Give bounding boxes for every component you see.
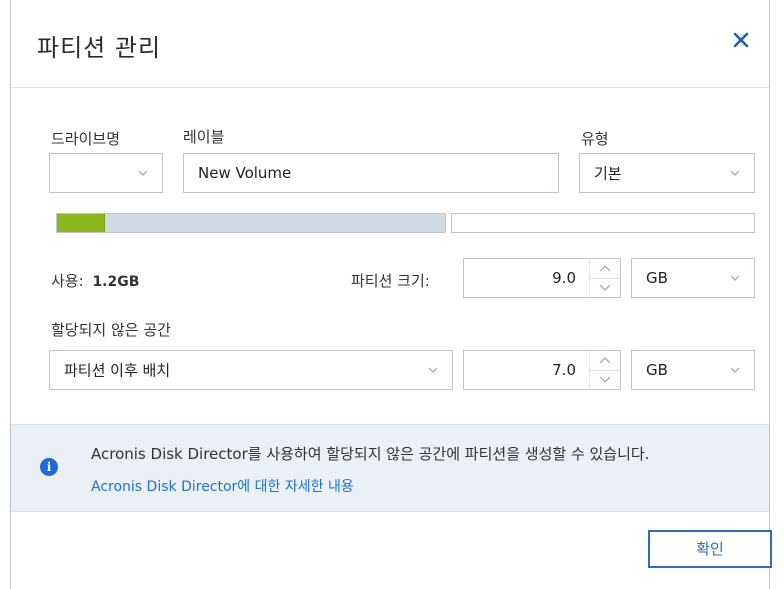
- type-label: 유형: [581, 130, 609, 148]
- unallocated-size-stepper[interactable]: [589, 351, 620, 389]
- chevron-down-icon: [138, 170, 148, 176]
- partition-dialog: 파티션 관리 드라이브명 레이블 유형 New Volume 기본 사용: 1.…: [10, 0, 772, 589]
- chevron-up-icon[interactable]: [590, 259, 620, 279]
- used-space-fill: [57, 214, 105, 232]
- chevron-down-icon: [428, 367, 438, 373]
- used-value: 1.2GB: [92, 274, 140, 290]
- used-label: 사용:: [51, 272, 84, 290]
- used-text: 사용: 1.2GB: [51, 270, 139, 291]
- chevron-down-icon[interactable]: [590, 370, 620, 389]
- partition-size-input[interactable]: 9.0: [463, 258, 621, 298]
- partition-usage-bar[interactable]: [56, 213, 446, 233]
- info-text: Acronis Disk Director를 사용하여 할당되지 않은 공간에 …: [91, 445, 650, 463]
- type-select[interactable]: 기본: [579, 153, 755, 193]
- partition-size-label: 파티션 크기:: [351, 272, 430, 290]
- chevron-up-icon[interactable]: [590, 351, 620, 371]
- chevron-down-icon: [730, 275, 740, 281]
- dialog-header: 파티션 관리: [11, 0, 769, 88]
- type-value: 기본: [594, 164, 622, 183]
- info-panel: i Acronis Disk Director를 사용하여 할당되지 않은 공간…: [11, 424, 769, 512]
- ok-button[interactable]: 확인: [648, 530, 772, 568]
- unallocated-placement-value: 파티션 이후 배치: [64, 361, 171, 380]
- chevron-down-icon: [730, 170, 740, 176]
- dialog-title: 파티션 관리: [37, 34, 162, 62]
- partition-size-unit-select[interactable]: GB: [631, 258, 755, 298]
- chevron-down-icon: [730, 367, 740, 373]
- unallocated-label: 할당되지 않은 공간: [51, 321, 171, 339]
- info-icon: i: [40, 458, 58, 476]
- drive-label: 드라이브명: [51, 130, 121, 148]
- chevron-down-icon[interactable]: [590, 278, 620, 297]
- drive-letter-select[interactable]: [49, 153, 163, 193]
- learn-more-link[interactable]: Acronis Disk Director에 대한 자세한 내용: [91, 476, 354, 496]
- unallocated-space-bar: [451, 213, 755, 233]
- unallocated-size-value: 7.0: [552, 361, 576, 379]
- partition-size-unit: GB: [646, 269, 668, 287]
- unallocated-unit: GB: [646, 361, 668, 379]
- unallocated-unit-select[interactable]: GB: [631, 350, 755, 390]
- unallocated-placement-select[interactable]: 파티션 이후 배치: [49, 350, 453, 390]
- close-icon[interactable]: [729, 28, 753, 52]
- volume-label-label: 레이블: [183, 128, 225, 146]
- volume-label-input[interactable]: New Volume: [183, 153, 559, 193]
- unallocated-size-input[interactable]: 7.0: [463, 350, 621, 390]
- partition-size-stepper[interactable]: [589, 259, 620, 297]
- volume-label-value: New Volume: [198, 164, 292, 182]
- partition-size-value: 9.0: [552, 269, 576, 287]
